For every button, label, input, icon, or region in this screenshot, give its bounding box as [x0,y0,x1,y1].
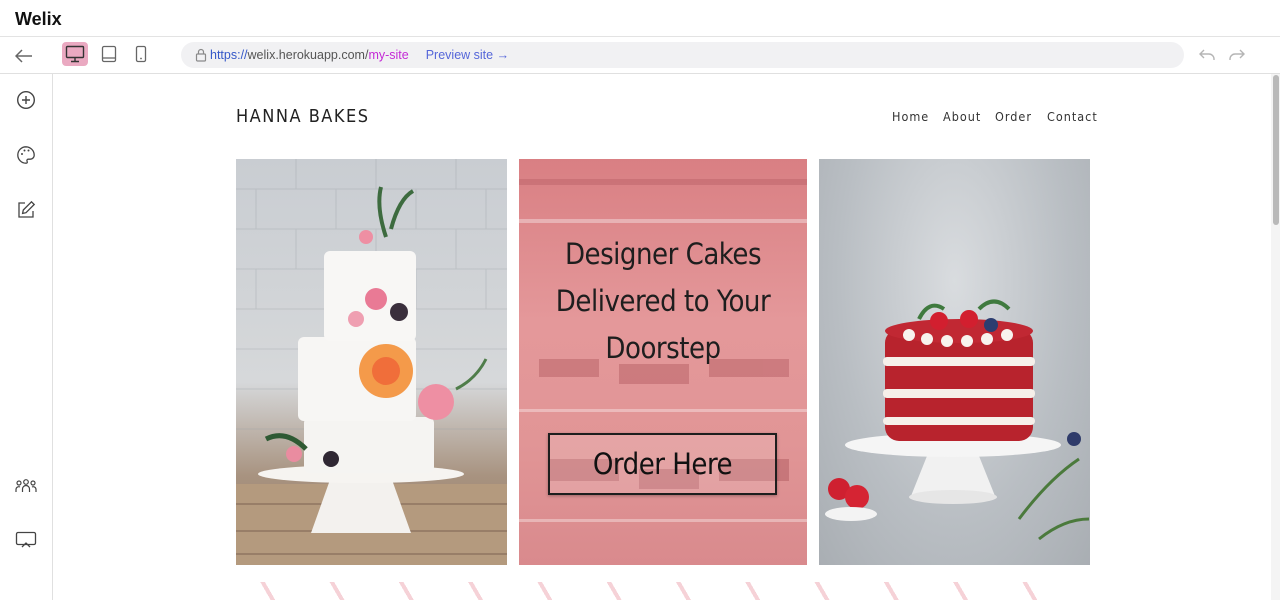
red-velvet-cake-image [819,159,1090,565]
redo-icon [1229,49,1245,60]
site-logo[interactable]: HANNA BAKES [236,106,370,127]
present-button[interactable] [14,528,38,552]
editor-toolbar: https://welix.herokuapp.com/my-site Prev… [0,37,1280,74]
decorative-stripes [236,582,1090,600]
url-path: my-site [368,48,409,62]
present-icon [15,531,37,548]
hero-line-2: Delivered to Your [555,284,771,318]
nav-contact[interactable]: Contact [1047,109,1098,124]
back-button[interactable] [12,45,36,67]
url-bar[interactable]: https://welix.herokuapp.com/my-site Prev… [181,42,1184,68]
floral-cake-illustration [236,159,507,565]
device-mobile-button[interactable] [128,42,154,66]
url-protocol: https:// [210,48,248,62]
monitor-icon [65,45,85,63]
team-icon [15,479,37,492]
hero-line-1: Designer Cakes [564,237,762,271]
nav-home[interactable]: Home [892,109,929,124]
app-title: Welix [15,9,62,29]
nav-about[interactable]: About [943,109,981,124]
palette-icon [17,146,35,164]
team-button[interactable] [14,474,38,498]
add-element-button[interactable] [14,88,38,112]
site-canvas: HANNA BAKES Home About Order Contact Des… [54,74,1271,600]
canvas-scrollbar-thumb[interactable] [1273,75,1279,225]
editor-sidebar [0,74,53,600]
arrow-left-icon [15,49,32,63]
tablet-icon [101,45,117,63]
device-tablet-button[interactable] [96,42,122,66]
order-here-button[interactable]: Order Here [548,433,777,495]
hero-headline: Designer Cakes Delivered to Your Doorste… [519,231,807,372]
hero-panel: Designer Cakes Delivered to Your Doorste… [519,159,807,565]
nav-order[interactable]: Order [995,109,1032,124]
add-icon [16,90,36,110]
undo-icon [1199,49,1215,60]
red-velvet-cake-illustration [825,299,1090,541]
lock-icon [195,48,207,62]
redo-button[interactable] [1226,45,1248,65]
app-header: Welix [0,0,1280,37]
url-host: welix.herokuapp.com/ [247,48,369,62]
device-desktop-button[interactable] [62,42,88,66]
floral-cake-image [236,159,507,565]
edit-icon [18,200,36,218]
edit-content-button[interactable] [14,198,38,222]
undo-button[interactable] [1196,45,1218,65]
preview-site-link[interactable]: Preview site → [426,48,509,62]
phone-icon [135,45,147,63]
hero-line-3: Doorstep [605,331,721,365]
theme-button[interactable] [14,143,38,167]
